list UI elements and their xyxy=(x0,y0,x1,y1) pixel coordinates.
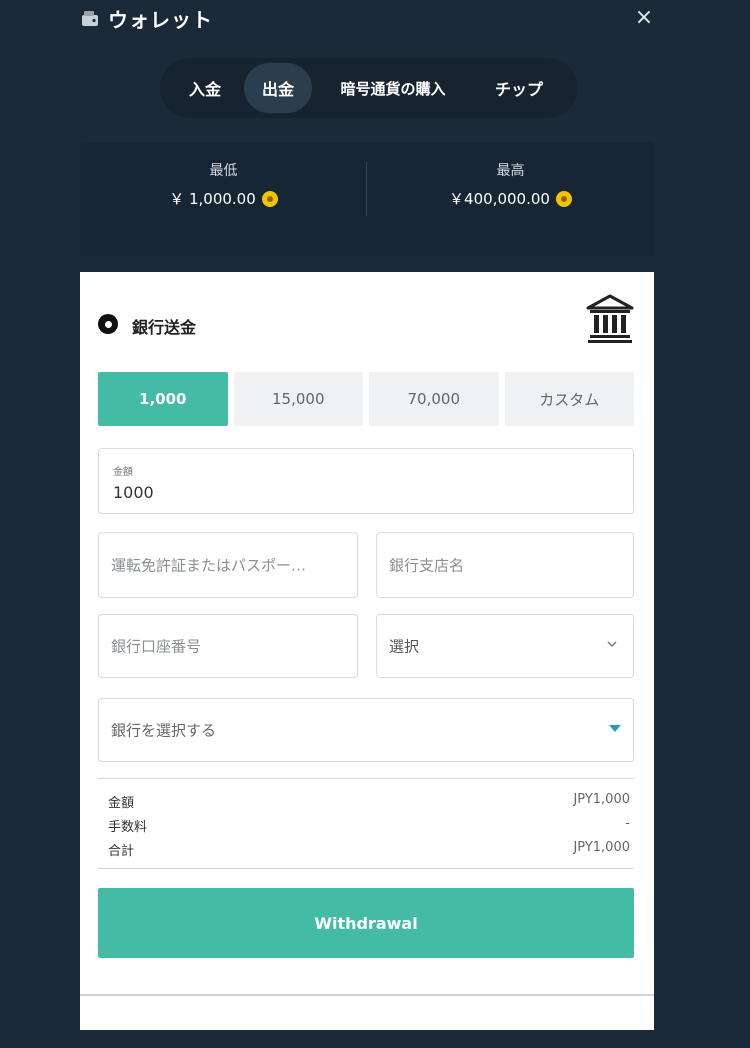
license-passport-input[interactable]: 運転免許証またはパスポー… xyxy=(98,532,358,598)
account-placeholder: 銀行口座番号 xyxy=(111,637,202,656)
chevron-down-icon xyxy=(607,641,617,648)
divider xyxy=(98,868,634,869)
summary-row: 金額 JPY1,000 xyxy=(108,792,630,816)
min-limit-label: 最低 xyxy=(209,163,238,179)
tab-tip[interactable]: チップ xyxy=(474,63,564,113)
summary-row: 手数料 - xyxy=(108,816,630,840)
preset-custom[interactable]: カスタム xyxy=(504,372,634,426)
page-title: ウォレット xyxy=(108,8,213,32)
tab-deposit[interactable]: 入金 xyxy=(166,63,244,113)
summary-label: 金額 xyxy=(108,796,135,811)
summary: 金額 JPY1,000 手数料 - 合計 JPY1,000 xyxy=(108,792,630,864)
branch-placeholder: 銀行支店名 xyxy=(389,556,465,575)
divider xyxy=(80,994,654,996)
tab-buy-crypto[interactable]: 暗号通貨の購入 xyxy=(312,63,474,113)
preset-15000[interactable]: 15,000 xyxy=(233,372,363,426)
close-button[interactable]: × xyxy=(632,6,656,30)
bank-placeholder: 銀行を選択する xyxy=(111,721,217,740)
bank-select[interactable]: 銀行を選択する xyxy=(98,698,634,762)
withdraw-button[interactable]: Withdrawal xyxy=(98,888,634,958)
branch-name-input[interactable]: 銀行支店名 xyxy=(376,532,634,598)
bank-transfer-radio[interactable] xyxy=(98,314,118,334)
tab-withdraw[interactable]: 出金 xyxy=(244,63,312,113)
limits-panel: 最低 ￥ 1,000.00 最高 ￥400,000.00 xyxy=(80,142,654,256)
coin-icon xyxy=(555,190,572,207)
max-limit-value: ￥400,000.00 xyxy=(449,190,550,208)
select-placeholder: 選択 xyxy=(389,637,420,656)
amount-value: 1000 xyxy=(113,483,154,502)
license-placeholder: 運転免許証またはパスポー… xyxy=(111,556,307,575)
min-limit: 最低 ￥ 1,000.00 xyxy=(80,160,367,209)
account-type-select[interactable]: 選択 xyxy=(376,614,634,678)
preset-70000[interactable]: 70,000 xyxy=(369,372,499,426)
min-limit-value: ￥ 1,000.00 xyxy=(169,190,256,208)
amount-presets: 1,000 15,000 70,000 カスタム xyxy=(98,372,634,428)
max-limit-label: 最高 xyxy=(496,163,525,179)
summary-value: JPY1,000 xyxy=(573,792,630,807)
divider xyxy=(98,778,634,779)
max-limit: 最高 ￥400,000.00 xyxy=(367,160,654,209)
caret-down-icon xyxy=(609,725,621,732)
summary-value: JPY1,000 xyxy=(573,840,630,855)
coin-icon xyxy=(261,190,278,207)
summary-row: 合計 JPY1,000 xyxy=(108,840,630,864)
summary-label: 合計 xyxy=(108,844,135,859)
bank-icon xyxy=(586,294,634,343)
summary-value: - xyxy=(625,816,630,831)
wallet-tabs: 入金 出金 暗号通貨の購入 チップ xyxy=(160,58,578,118)
amount-label: 金額 xyxy=(113,467,133,478)
method-label: 銀行送金 xyxy=(132,318,197,337)
header: ウォレット × xyxy=(0,0,750,40)
preset-1000[interactable]: 1,000 xyxy=(98,372,228,426)
withdraw-form-panel: 銀行送金 1,000 15,000 70,000 カスタム 金額 1000 運転… xyxy=(80,272,654,1030)
account-number-input[interactable]: 銀行口座番号 xyxy=(98,614,358,678)
wallet-icon xyxy=(82,11,98,26)
summary-label: 手数料 xyxy=(108,820,148,835)
amount-input[interactable]: 金額 1000 xyxy=(98,448,634,514)
